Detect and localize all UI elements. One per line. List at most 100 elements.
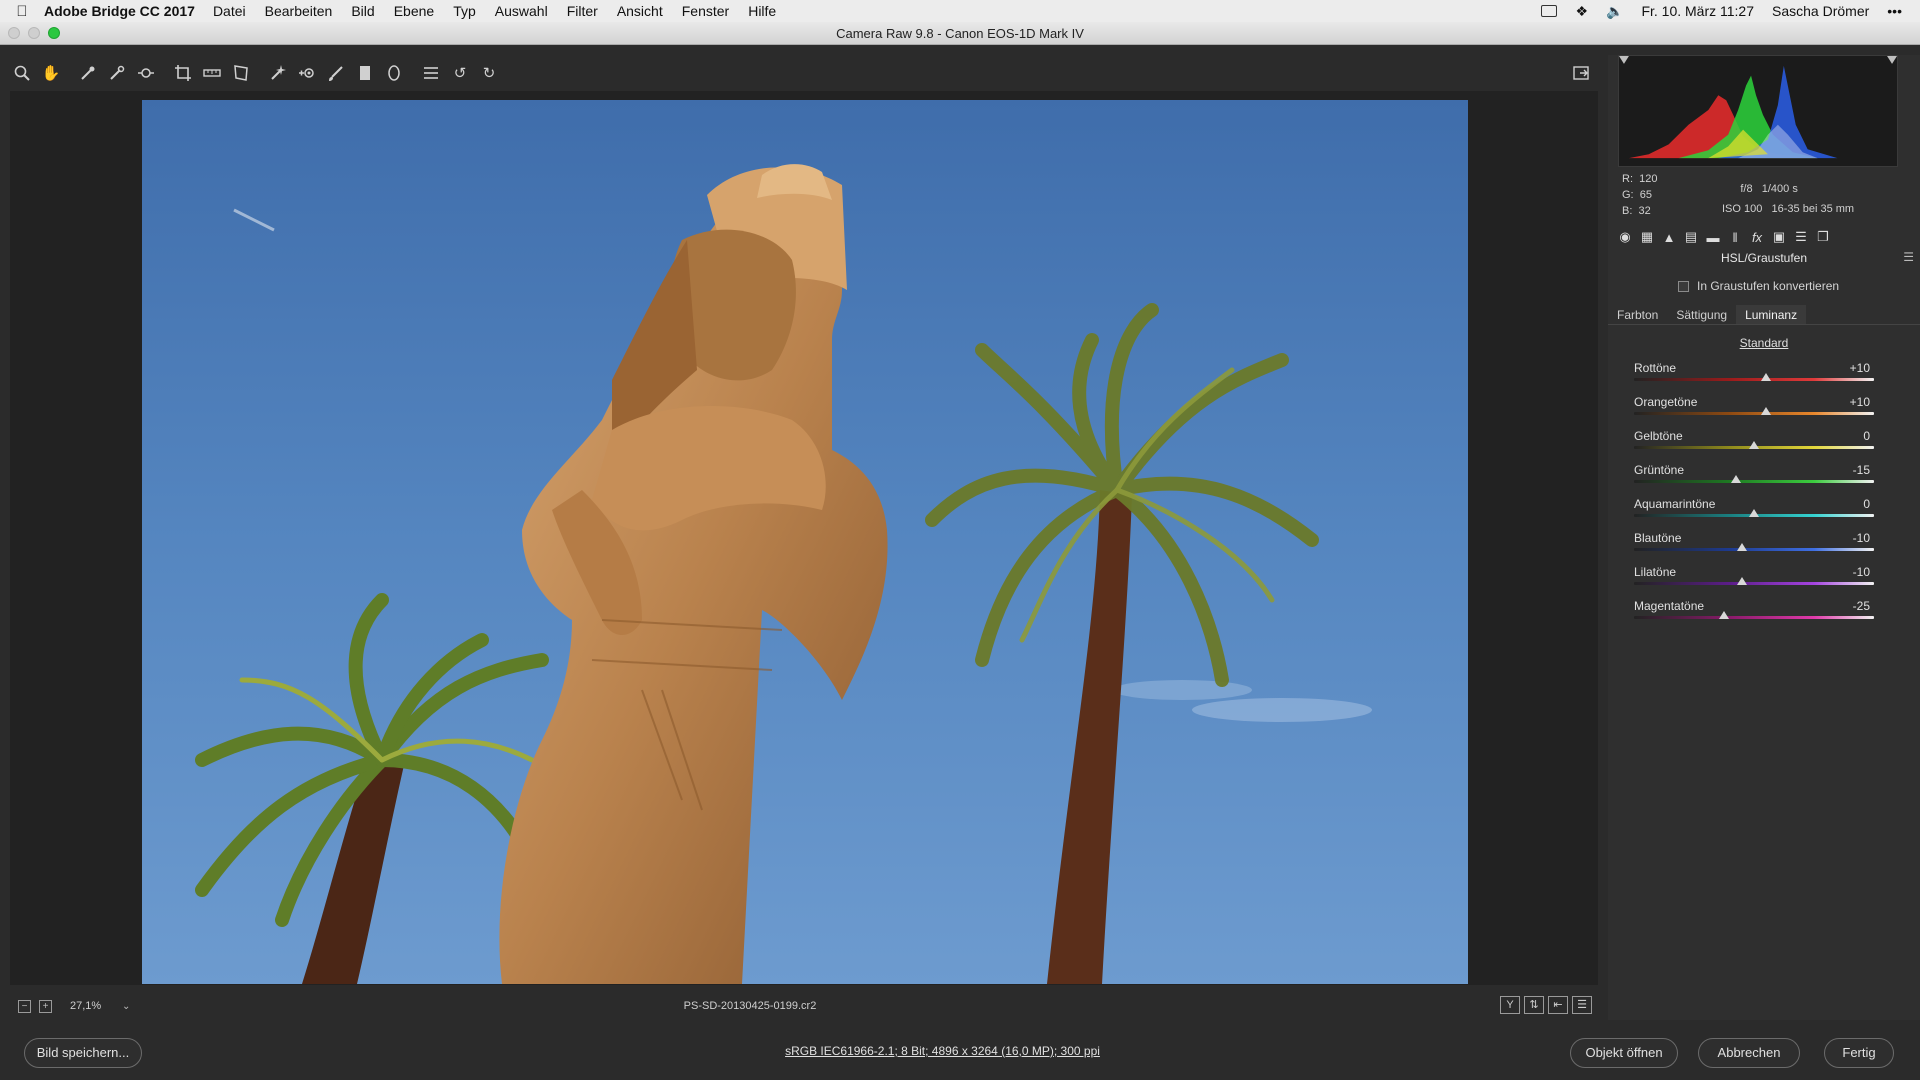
color-sampler-tool-icon[interactable] [105,61,129,85]
graduated-filter-icon[interactable] [353,61,377,85]
user-menu[interactable]: Sascha Drömer [1772,3,1869,19]
more-icon[interactable]: ••• [1887,3,1902,19]
effects-icon[interactable]: fx [1746,228,1768,246]
hsl-tabs: Farbton Sättigung Luminanz [1608,305,1920,325]
grayscale-convert-row[interactable]: In Graustufen konvertieren [1678,279,1839,293]
tab-luminanz[interactable]: Luminanz [1736,305,1807,324]
app-name-menu[interactable]: Adobe Bridge CC 2017 [44,3,195,19]
slider-thumb[interactable] [1749,509,1759,517]
apple-icon[interactable]:  [0,3,44,20]
slider-value[interactable]: +10 [1830,361,1870,375]
slider-label: Rottöne [1634,361,1677,375]
menu-ansicht[interactable]: Ansicht [617,3,663,19]
camera-calibration-icon[interactable]: ▣ [1768,228,1790,246]
workflow-options-link[interactable]: sRGB IEC61966-2.1; 8 Bit; 4896 x 3264 (1… [700,1044,1185,1058]
slider-thumb[interactable] [1737,543,1747,551]
tab-saettigung[interactable]: Sättigung [1667,305,1736,324]
adjustment-brush-icon[interactable] [324,61,348,85]
view-mode-buttons: Y ⇅ ⇤ ☰ [1496,996,1592,1014]
swap-before-after-icon[interactable]: ⇅ [1524,996,1544,1014]
clock[interactable]: Fr. 10. März 11:27 [1641,3,1754,19]
preferences-list-icon[interactable] [419,61,443,85]
panel-menu-icon[interactable]: ☰ [1903,250,1914,264]
slider-track[interactable] [1634,378,1874,381]
slider-track[interactable] [1634,582,1874,585]
dropbox-icon[interactable]: ❖ [1575,3,1588,20]
zoom-window-button[interactable] [48,27,60,39]
slider-thumb[interactable] [1731,475,1741,483]
menu-auswahl[interactable]: Auswahl [495,3,548,19]
menu-bearbeiten[interactable]: Bearbeiten [265,3,333,19]
radial-filter-icon[interactable] [382,61,406,85]
detail-icon[interactable]: ▲ [1658,228,1680,246]
volume-icon[interactable]: 🔈 [1606,3,1623,20]
minimize-window-button[interactable] [28,27,40,39]
tab-farbton[interactable]: Farbton [1608,305,1667,324]
before-after-view-icon[interactable]: Y [1500,996,1520,1014]
menu-hilfe[interactable]: Hilfe [748,3,776,19]
hsl-icon[interactable]: ▤ [1680,228,1702,246]
targeted-adjustment-tool-icon[interactable] [134,61,158,85]
screen-record-icon[interactable] [1541,5,1558,17]
slider-value[interactable]: +10 [1830,395,1870,409]
slider-thumb[interactable] [1761,407,1771,415]
spot-removal-tool-icon[interactable] [266,61,290,85]
image-canvas[interactable] [10,91,1598,985]
zoom-tool-icon[interactable] [10,61,34,85]
grayscale-checkbox[interactable] [1678,280,1689,292]
slider-track[interactable] [1634,616,1874,619]
red-eye-tool-icon[interactable] [295,61,319,85]
fullscreen-toggle-icon[interactable] [1569,61,1593,85]
split-toning-icon[interactable]: ▬ [1702,228,1724,246]
white-balance-tool-icon[interactable] [76,61,100,85]
rgb-values: R: 120 G: 65 B: 32 [1622,171,1657,219]
cancel-button[interactable]: Abbrechen [1698,1038,1800,1068]
toggle-settings-icon[interactable]: ☰ [1572,996,1592,1014]
slider-value[interactable]: -10 [1830,531,1870,545]
open-object-button[interactable]: Objekt öffnen [1570,1038,1678,1068]
zoom-dropdown-icon[interactable]: ⌄ [122,1001,130,1012]
slider-value[interactable]: -15 [1830,463,1870,477]
straighten-tool-icon[interactable] [200,61,224,85]
presets-icon[interactable]: ☰ [1790,228,1812,246]
slider-track[interactable] [1634,412,1874,415]
menu-bild[interactable]: Bild [351,3,374,19]
close-window-button[interactable] [8,27,20,39]
slider-thumb[interactable] [1749,441,1759,449]
transform-tool-icon[interactable] [229,61,253,85]
rotate-right-icon[interactable]: ↻ [477,61,501,85]
slider-row: Blautöne -10 [1634,531,1894,565]
done-button[interactable]: Fertig [1824,1038,1894,1068]
tone-curve-icon[interactable]: ▦ [1636,228,1658,246]
zoom-out-button[interactable]: − [18,999,31,1013]
zoom-level[interactable]: 27,1% [70,1000,110,1012]
zoom-in-button[interactable]: + [39,999,52,1013]
slider-thumb[interactable] [1719,611,1729,619]
save-image-button[interactable]: Bild speichern... [24,1038,142,1068]
rotate-left-icon[interactable]: ↺ [448,61,472,85]
snapshots-icon[interactable]: ❐ [1812,228,1834,246]
slider-value[interactable]: -25 [1830,599,1870,613]
menu-filter[interactable]: Filter [567,3,598,19]
menu-ebene[interactable]: Ebene [394,3,434,19]
window-titlebar: Camera Raw 9.8 - Canon EOS-1D Mark IV [0,22,1920,45]
slider-value[interactable]: 0 [1830,497,1870,511]
crop-tool-icon[interactable] [171,61,195,85]
photo-preview[interactable] [142,100,1468,984]
slider-value[interactable]: -10 [1830,565,1870,579]
slider-thumb[interactable] [1737,577,1747,585]
menu-fenster[interactable]: Fenster [682,3,729,19]
slider-track[interactable] [1634,548,1874,551]
hand-tool-icon[interactable]: ✋ [39,61,63,85]
toolbar: ✋ ↺ ↻ [10,55,1598,91]
lens: 16-35 bei 35 mm [1771,203,1855,215]
slider-thumb[interactable] [1761,373,1771,381]
slider-track[interactable] [1634,480,1874,483]
menu-typ[interactable]: Typ [453,3,476,19]
slider-value[interactable]: 0 [1830,429,1870,443]
copy-settings-icon[interactable]: ⇤ [1548,996,1568,1014]
basic-panel-icon[interactable]: ◉ [1614,228,1636,246]
lens-corrections-icon[interactable]: ‖ [1724,228,1746,246]
menu-datei[interactable]: Datei [213,3,246,19]
standard-link[interactable]: Standard [1608,336,1920,350]
